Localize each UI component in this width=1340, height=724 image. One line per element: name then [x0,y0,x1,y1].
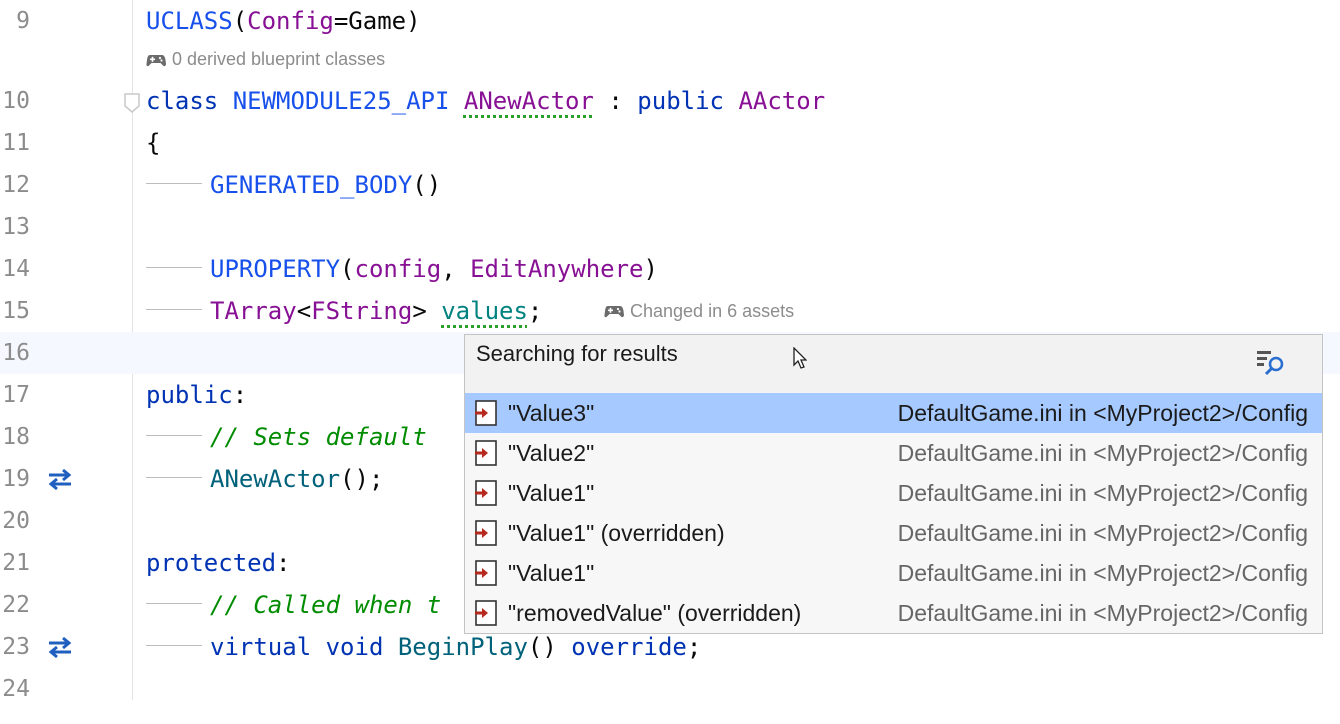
result-location: DefaultGame.ini in <MyProject2>/Config [897,560,1308,586]
result-row[interactable]: "Value1" DefaultGame.ini in <MyProject2>… [465,473,1322,513]
ini-file-icon [475,480,497,506]
code-text[interactable]: class NEWMODULE25_API ANewActor : public… [146,80,825,122]
result-row[interactable]: "Value3" DefaultGame.ini in <MyProject2>… [465,393,1322,433]
result-label: "Value3" [508,400,595,426]
result-location: DefaultGame.ini in <MyProject2>/Config [897,440,1308,466]
indent-guide [146,476,202,478]
result-label: "Value2" [508,440,595,466]
code-text[interactable]: protected: [146,542,291,584]
code-text[interactable]: UCLASS(Config=Game) [146,0,421,42]
fold-marker-icon[interactable] [123,92,141,114]
line-number: 15 [2,298,30,324]
code-text[interactable]: public: [146,374,247,416]
line-number: 12 [2,172,30,198]
mouse-cursor-icon [793,347,807,369]
ini-file-icon [475,520,497,546]
code-text[interactable]: // Called when t [146,584,441,626]
code-text[interactable]: UPROPERTY(config, EditAnywhere) [146,248,658,290]
code-text[interactable]: ANewActor(); [146,458,383,500]
result-location: DefaultGame.ini in <MyProject2>/Config [897,600,1308,626]
code-line[interactable]: 9 UCLASS(Config=Game) [0,0,1340,42]
result-label: "removedValue" (overridden) [508,600,802,626]
result-row[interactable]: "Value2" DefaultGame.ini in <MyProject2>… [465,433,1322,473]
line-number: 24 [2,676,30,702]
gamepad-icon [604,306,624,318]
code-text[interactable]: { [146,122,160,164]
result-location: DefaultGame.ini in <MyProject2>/Config [897,400,1308,426]
changed-hint-label: Changed in 6 assets [630,301,795,321]
code-line[interactable]: 24 [0,668,1340,710]
line-number: 20 [2,508,30,534]
indent-guide [146,644,202,646]
result-label: "Value1" [508,480,595,506]
line-number: 18 [2,424,30,450]
line-number: 14 [2,256,30,282]
code-line[interactable]: 13 [0,206,1340,248]
filter-search-icon[interactable] [1255,347,1289,379]
code-text[interactable]: GENERATED_BODY() [146,164,441,206]
code-text[interactable]: TArray<FString> values; [146,290,542,332]
line-number: 21 [2,550,30,576]
indent-guide [146,266,202,268]
code-line[interactable]: 11 { [0,122,1340,164]
code-line[interactable]: 14 UPROPERTY(config, EditAnywhere) [0,248,1340,290]
line-number: 16 [2,340,30,366]
result-label: "Value1" (overridden) [508,520,725,546]
code-line[interactable]: 12 GENERATED_BODY() [0,164,1340,206]
gamepad-icon [146,54,166,66]
derived-hint-label: 0 derived blueprint classes [172,49,386,69]
popup-title: Searching for results [476,341,678,366]
indent-guide [146,182,202,184]
results-list[interactable]: "Value3" DefaultGame.ini in <MyProject2>… [465,393,1322,633]
changed-assets-hint[interactable]: Changed in 6 assets [604,290,794,332]
ini-file-icon [475,400,497,426]
usages-popup[interactable]: Searching for results "Value3" DefaultGa… [464,334,1323,634]
line-number: 11 [2,130,30,156]
code-text[interactable]: // Sets default [146,416,441,458]
result-row[interactable]: "Value1" DefaultGame.ini in <MyProject2>… [465,553,1322,593]
override-arrows-icon[interactable] [46,467,74,491]
result-row[interactable]: "removedValue" (overridden) DefaultGame.… [465,593,1322,633]
result-location: DefaultGame.ini in <MyProject2>/Config [897,520,1308,546]
indent-guide [146,602,202,604]
ini-file-icon [475,440,497,466]
line-number: 17 [2,382,30,408]
override-arrows-icon[interactable] [46,635,74,659]
line-number: 13 [2,214,30,240]
line-number: 19 [2,466,30,492]
popup-header: Searching for results [465,335,1322,393]
indent-guide [146,308,202,310]
line-number: 10 [2,88,30,114]
code-line[interactable]: 15 TArray<FString> values; Changed in 6 … [0,290,1340,332]
derived-blueprints-hint[interactable]: 0 derived blueprint classes [146,49,385,70]
code-line[interactable]: 10 class NEWMODULE25_API ANewActor : pub… [0,80,1340,122]
line-number: 23 [2,634,30,660]
line-number: 22 [2,592,30,618]
ini-file-icon [475,560,497,586]
result-location: DefaultGame.ini in <MyProject2>/Config [897,480,1308,506]
line-number: 9 [16,8,30,34]
result-row[interactable]: "Value1" (overridden) DefaultGame.ini in… [465,513,1322,553]
ini-file-icon [475,600,497,626]
result-label: "Value1" [508,560,595,586]
indent-guide [146,434,202,436]
